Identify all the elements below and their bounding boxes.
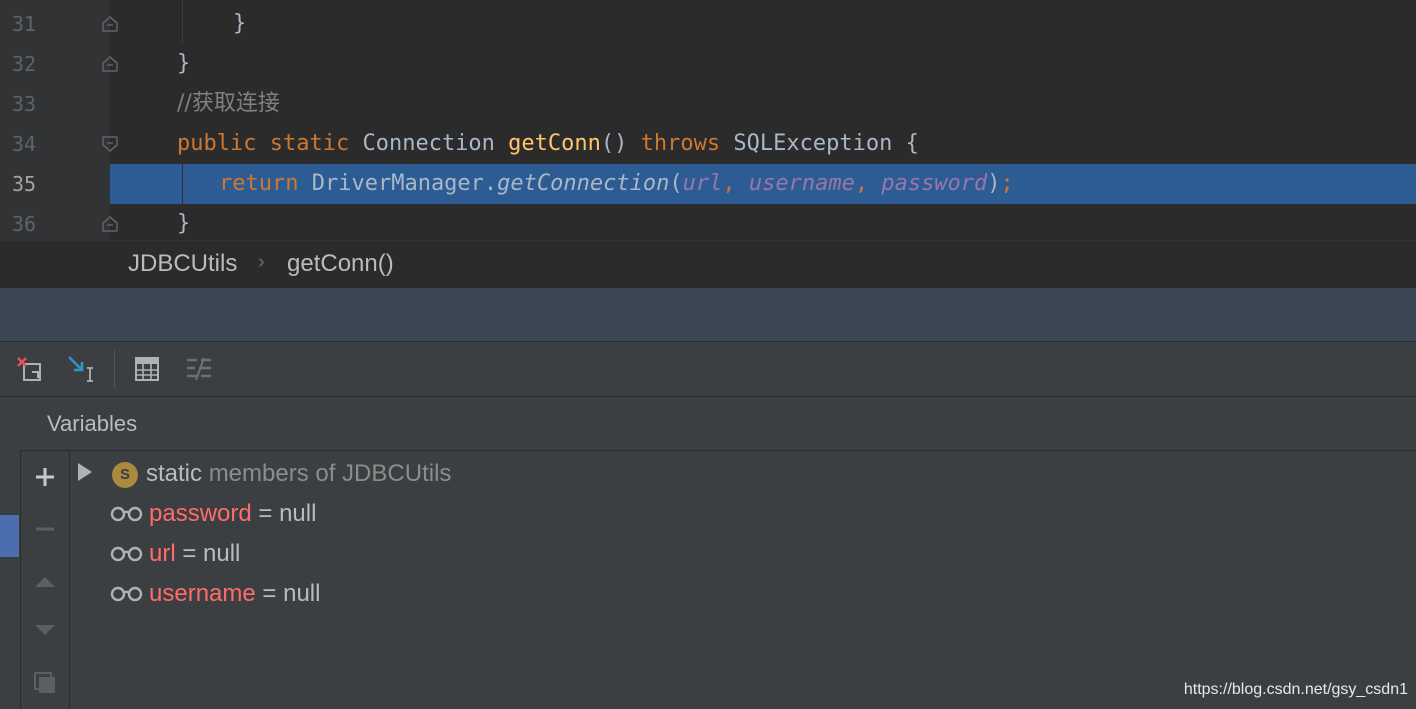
variable-name: password [149, 500, 252, 527]
code-line: 33 //获取连接 [0, 84, 1416, 124]
panel-header-strip [0, 288, 1416, 342]
variable-value: null [279, 500, 317, 527]
line-number: 36 [12, 212, 37, 236]
watch-glasses-icon [110, 495, 143, 535]
keyword: static [269, 131, 350, 156]
equals-sign: = [182, 540, 197, 567]
close-paren: ) [987, 171, 1001, 196]
keyword: public [177, 131, 257, 156]
line-number: 35 [12, 172, 37, 196]
code-text: } [233, 11, 247, 36]
toolbar-separator [114, 350, 115, 388]
line-number: 33 [12, 92, 37, 116]
breadcrumb-class[interactable]: JDBCUtils [128, 250, 237, 278]
code-line-current: 35 return DriverManager.getConnection(ur… [0, 164, 1416, 204]
code-line: 36 } [0, 204, 1416, 244]
watch-glasses-icon [110, 535, 143, 575]
variables-title: Variables [47, 411, 138, 436]
keyword: throws [640, 131, 721, 156]
breadcrumb: JDBCUtils › getConn() [0, 240, 1416, 289]
expand-arrow-icon[interactable] [76, 455, 94, 495]
line-number: 31 [12, 12, 37, 36]
watch-glasses-icon [110, 575, 143, 615]
step-into-icon[interactable] [66, 354, 96, 384]
tree-row-variable[interactable]: password = null [110, 494, 316, 534]
code-line: 34 public static Connection getConn() th… [0, 124, 1416, 164]
comma: , [722, 171, 749, 196]
keyword: return [219, 171, 299, 196]
code-text: } [177, 51, 191, 76]
arg-password: password [881, 171, 988, 196]
class-name: DriverManager [311, 171, 484, 196]
fold-end-icon[interactable] [101, 55, 119, 73]
variable-name: username [149, 580, 256, 607]
type-name: Connection [362, 131, 495, 156]
frames-panel-edge[interactable] [0, 397, 21, 709]
parens: () [600, 131, 628, 156]
arg-username: username [748, 171, 855, 196]
code-text: public static Connection getConn() throw… [177, 124, 919, 164]
tree-row-variable[interactable]: username = null [110, 574, 320, 614]
equals-sign: = [258, 500, 273, 527]
code-text: return DriverManager.getConnection(url, … [219, 164, 1014, 204]
static-keyword: static [146, 460, 203, 487]
code-editor[interactable]: 31 } 32 } 33 //获取连接 34 public static Con… [0, 0, 1416, 240]
selected-frame-marker [0, 515, 19, 557]
remove-icon[interactable] [33, 517, 57, 541]
line-number: 34 [12, 132, 37, 156]
duplicate-icon[interactable] [33, 671, 57, 695]
equals-sign: = [262, 580, 277, 607]
breadcrumb-method[interactable]: getConn() [287, 250, 394, 278]
variables-header: Variables [20, 397, 1416, 451]
code-text: } [177, 211, 191, 236]
variable-name: url [149, 540, 176, 567]
variable-value: null [203, 540, 241, 567]
tree-row-variable[interactable]: url = null [110, 534, 240, 574]
indent-guide [182, 164, 183, 204]
variables-tree: Sstatic members of JDBCUtils password = … [70, 451, 1416, 709]
static-badge-icon: S [112, 461, 138, 488]
dot: . [483, 171, 498, 196]
method-name: getConn [508, 131, 601, 156]
fold-end-icon[interactable] [101, 15, 119, 33]
add-watch-icon[interactable] [33, 465, 57, 489]
exception-type: SQLException [733, 131, 893, 156]
calculator-icon[interactable] [132, 354, 162, 384]
move-down-icon[interactable] [33, 619, 57, 643]
code-comment: //获取连接 [177, 91, 280, 116]
settings-lines-icon[interactable] [184, 354, 214, 384]
ide-window: 31 } 32 } 33 //获取连接 34 public static Con… [0, 0, 1416, 709]
watermark: https://blog.csdn.net/gsy_csdn1 [1183, 681, 1408, 698]
variable-value: null [283, 580, 321, 607]
line-number: 32 [12, 52, 37, 76]
method-call: getConnection [497, 171, 670, 196]
semicolon: ; [1000, 171, 1014, 196]
remove-watch-icon[interactable] [14, 354, 44, 384]
variables-side-toolbar [21, 451, 70, 709]
fold-end-icon[interactable] [101, 215, 119, 233]
brace: { [905, 131, 919, 156]
comma: , [854, 171, 882, 196]
fold-start-icon[interactable] [101, 135, 119, 153]
open-paren: ( [669, 171, 683, 196]
move-up-icon[interactable] [33, 569, 57, 593]
indent-guide [182, 0, 183, 44]
code-line: 31 } [0, 4, 1416, 44]
breadcrumb-separator: › [258, 251, 265, 273]
tree-row-static[interactable]: Sstatic members of JDBCUtils [76, 454, 451, 494]
code-line: 32 } [0, 44, 1416, 84]
debug-toolbar [0, 342, 1416, 397]
arg-url: url [682, 171, 723, 196]
static-description: members of JDBCUtils [208, 460, 452, 487]
